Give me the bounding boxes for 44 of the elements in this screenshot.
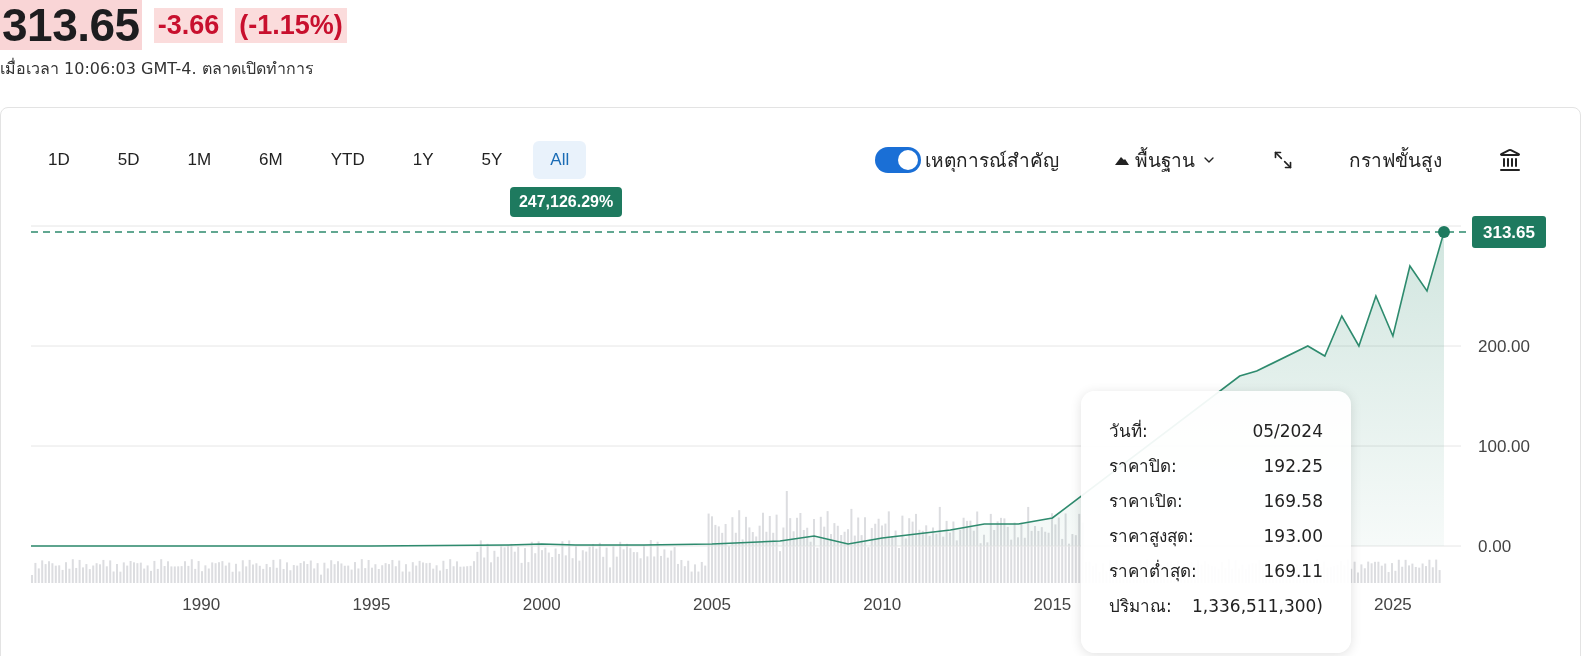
y-axis-label: 0.00 — [1478, 537, 1512, 556]
tooltip-label: ราคาเปิด: — [1109, 490, 1183, 513]
range-tab[interactable]: 1M — [170, 141, 229, 179]
tooltip-value: 193.00 — [1263, 525, 1323, 548]
y-axis-label: 100.00 — [1478, 437, 1530, 456]
mountain-icon — [1115, 155, 1129, 165]
tooltip-value: 169.11 — [1263, 560, 1323, 583]
tooltip-label: วันที่: — [1109, 419, 1148, 443]
advanced-chart-button[interactable]: กราฟขั้นสูง — [1349, 145, 1442, 175]
price-change-percent: (-1.15%) — [235, 7, 347, 43]
range-tab[interactable]: YTD — [313, 141, 382, 179]
x-axis-label: 1990 — [182, 595, 221, 614]
tooltip-value: 169.58 — [1263, 490, 1323, 513]
market-status-text: เมื่อเวลา 10:06:03 GMT-4. ตลาดเปิดทำการ — [0, 57, 315, 80]
tooltip-label: ราคาต่ำสุด: — [1109, 559, 1197, 583]
events-switch[interactable] — [875, 147, 921, 173]
range-tab[interactable]: 5D — [100, 141, 157, 179]
x-axis-label: 1995 — [352, 595, 391, 614]
price-change: -3.66 — [153, 7, 224, 43]
y-axis-label: 200.00 — [1478, 337, 1530, 356]
events-label: เหตุการณ์สำคัญ — [925, 148, 1059, 174]
tooltip-label: ราคาสูงสุด: — [1109, 525, 1194, 548]
range-tab[interactable]: 1D — [31, 141, 87, 179]
chart-type-dropdown[interactable]: พื้นฐาน — [1115, 145, 1217, 175]
range-tab[interactable]: All — [533, 141, 587, 179]
range-tab[interactable]: 5Y — [464, 141, 520, 179]
tooltip-value: 1,336,511,300) — [1192, 595, 1323, 618]
current-price-badge: 313.65 — [1472, 216, 1546, 248]
bank-button[interactable] — [1498, 148, 1522, 172]
range-tab[interactable]: 6M — [242, 141, 300, 179]
tooltip-value: 192.25 — [1263, 455, 1323, 478]
x-axis-label: 2010 — [863, 595, 902, 614]
tooltip-value: 05/2024 — [1252, 420, 1323, 443]
tooltip-label: ปริมาณ: — [1109, 595, 1172, 618]
x-axis-label: 2015 — [1033, 595, 1072, 614]
expand-button[interactable] — [1273, 150, 1293, 170]
return-badge: 247,126.29% — [509, 187, 623, 217]
range-tab[interactable]: 1Y — [395, 141, 451, 179]
x-axis-label: 2005 — [693, 595, 731, 614]
x-axis-label: 2025 — [1374, 595, 1412, 614]
tooltip-label: ราคาปิด: — [1109, 455, 1177, 478]
current-price-dot — [1438, 226, 1450, 238]
x-axis-label: 2000 — [522, 595, 561, 614]
stock-price: 313.65 — [0, 0, 142, 50]
